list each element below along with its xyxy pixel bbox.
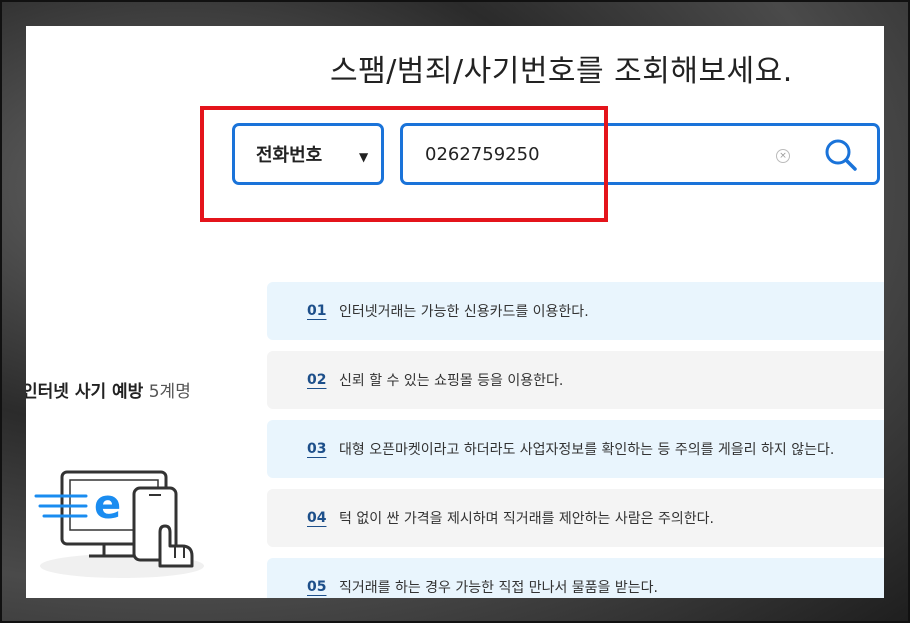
search-box: × bbox=[400, 123, 880, 185]
tip-number: 02 bbox=[307, 372, 327, 388]
tip-text: 대형 오픈마켓이라고 하더라도 사업자정보를 확인하는 등 주의를 게을리 하지… bbox=[339, 442, 835, 458]
tip-text: 인터넷거래는 가능한 신용카드를 이용한다. bbox=[339, 304, 589, 320]
side-section-title: 인터넷 사기 예방 5계명 bbox=[26, 377, 191, 402]
search-type-value: 전화번호 bbox=[256, 145, 323, 166]
tip-text: 직거래를 하는 경우 가능한 직접 만나서 물품을 받는다. bbox=[339, 580, 658, 596]
search-type-select[interactable]: 전화번호 ▼ bbox=[232, 123, 384, 185]
tip-text: 턱 없이 싼 가격을 제시하며 직거래를 제안하는 사람은 주의한다. bbox=[339, 511, 714, 527]
e-commerce-monitor-phone-illustration: e bbox=[34, 470, 204, 578]
tip-number: 01 bbox=[307, 303, 327, 319]
search-icon bbox=[825, 139, 857, 171]
svg-text:e: e bbox=[94, 482, 121, 528]
clear-icon[interactable]: × bbox=[776, 149, 790, 163]
tip-item-4: 04 턱 없이 싼 가격을 제시하며 직거래를 제안하는 사람은 주의한다. bbox=[267, 489, 884, 547]
caret-down-icon: ▼ bbox=[359, 150, 369, 164]
tips-list: 01 인터넷거래는 가능한 신용카드를 이용한다. 02 신뢰 할 수 있는 쇼… bbox=[267, 282, 884, 598]
tip-item-1: 01 인터넷거래는 가능한 신용카드를 이용한다. bbox=[267, 282, 884, 340]
tip-item-5: 05 직거래를 하는 경우 가능한 직접 만나서 물품을 받는다. bbox=[267, 558, 884, 598]
tip-number: 03 bbox=[307, 441, 327, 457]
tip-number: 04 bbox=[307, 510, 327, 526]
tip-item-3: 03 대형 오픈마켓이라고 하더라도 사업자정보를 확인하는 등 주의를 게을리… bbox=[267, 420, 884, 478]
tip-text: 신뢰 할 수 있는 쇼핑몰 등을 이용한다. bbox=[339, 373, 564, 389]
side-title-count: 5계명 bbox=[148, 382, 191, 402]
main-panel: 스팸/범죄/사기번호를 조회해보세요. 전화번호 ▼ × 인터넷 사기 예방 5… bbox=[26, 26, 884, 598]
search-input[interactable] bbox=[423, 142, 767, 166]
tip-item-2: 02 신뢰 할 수 있는 쇼핑몰 등을 이용한다. bbox=[267, 351, 884, 409]
side-title-main: 인터넷 사기 예방 bbox=[26, 382, 144, 402]
page-title: 스팸/범죄/사기번호를 조회해보세요. bbox=[330, 54, 793, 89]
search-button[interactable] bbox=[823, 137, 859, 173]
tip-number: 05 bbox=[307, 579, 327, 595]
